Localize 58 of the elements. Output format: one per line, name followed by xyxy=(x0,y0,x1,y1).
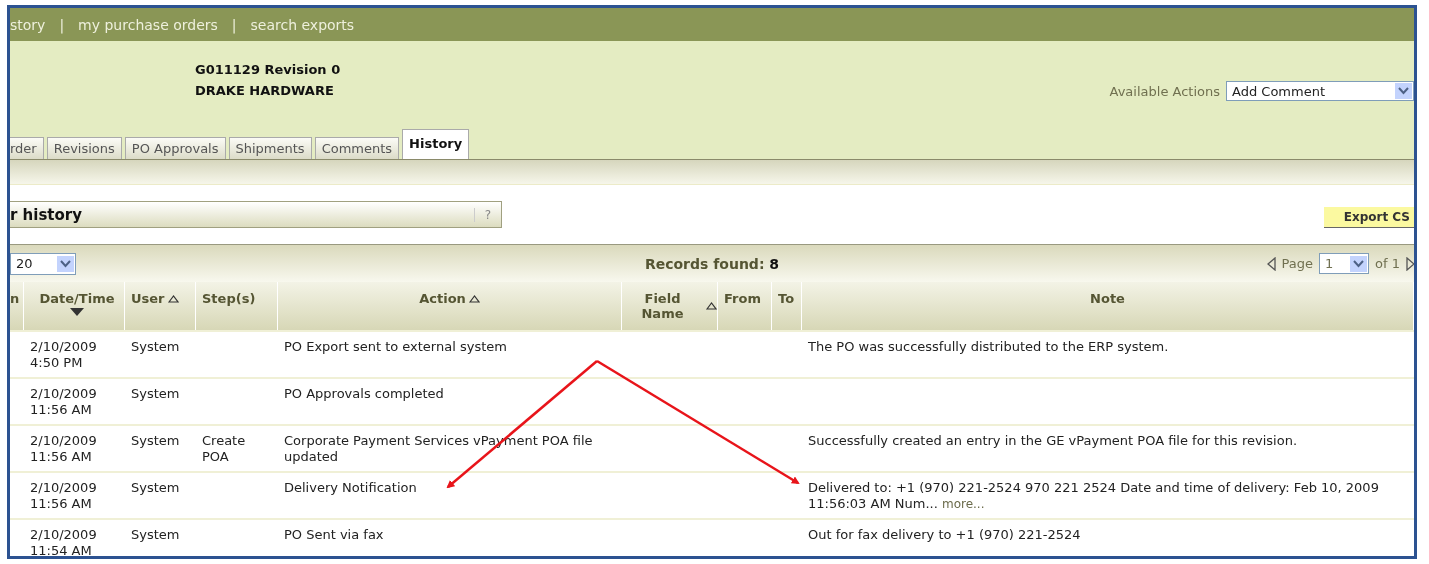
panel-title: r history xyxy=(10,205,83,224)
page-label: Page xyxy=(1281,256,1314,271)
table-cell: Out for fax delivery to +1 (970) 221-2524 xyxy=(808,527,1081,542)
po-title: G011129 Revision 0 xyxy=(195,61,341,79)
tab[interactable]: PO Approvals xyxy=(124,137,226,159)
sort-ascending-icon[interactable] xyxy=(167,294,179,303)
column-header[interactable]: Action xyxy=(419,291,466,306)
table-cell-text: PO Approvals completed xyxy=(283,385,445,403)
nav-separator: | xyxy=(59,16,65,33)
table-cell: Delivered to: +1 (970) 221-2524 970 221 2524 Date and time of delivery: Feb 10, 2009 11:56:03 AM Num... more... xyxy=(808,480,1379,511)
next-page-icon[interactable] xyxy=(1406,256,1414,271)
tab[interactable]: Revisions xyxy=(46,137,122,159)
actions-label: Available Actions xyxy=(1109,83,1220,99)
actions-dropdown[interactable]: Add Comment xyxy=(1226,81,1414,101)
column-header[interactable]: n xyxy=(10,291,20,306)
previous-page-icon[interactable] xyxy=(1266,256,1276,271)
tab[interactable]: rder xyxy=(10,137,44,159)
page-size-dropdown[interactable]: 20 xyxy=(10,252,76,275)
table-cell-text: Create POA xyxy=(201,432,247,466)
more-link[interactable]: more... xyxy=(941,497,985,511)
caret-icon[interactable] xyxy=(1350,255,1368,272)
table-cell-text: Delivery Notification xyxy=(283,479,418,497)
table-cell-text: System xyxy=(130,526,181,544)
sort-ascending-icon[interactable] xyxy=(468,294,480,303)
table-cell-text: 2/10/2009 11:56 AM xyxy=(29,432,98,466)
supplier-name: DRAKE HARDWARE xyxy=(195,82,335,100)
help-link[interactable]: ? xyxy=(473,207,501,222)
column-header[interactable]: Step(s) xyxy=(202,291,256,306)
table-cell: The PO was successfully distributed to the ERP system. xyxy=(808,339,1169,354)
tab[interactable]: History xyxy=(402,129,470,159)
table-cell-text: 2/10/2009 4:50 PM xyxy=(29,338,98,372)
table-cell-text: PO Export sent to external system xyxy=(283,338,508,356)
tab[interactable]: Shipments xyxy=(228,137,312,159)
table-cell: Successfully created an entry in the GE vPayment POA file for this revision. xyxy=(808,433,1298,448)
sort-descending-icon[interactable] xyxy=(70,308,84,316)
table-cell-text: 2/10/2009 11:56 AM xyxy=(29,385,98,419)
tab[interactable]: Comments xyxy=(314,137,400,159)
nav-separator: | xyxy=(231,16,237,33)
page-dropdown[interactable]: 1 xyxy=(1319,253,1370,274)
column-header[interactable]: From xyxy=(724,291,761,306)
table-cell-text: System xyxy=(130,432,181,450)
page-count: of 1 xyxy=(1375,256,1400,271)
table-cell-text: System xyxy=(130,385,181,403)
column-header[interactable]: Date/Time xyxy=(39,291,115,306)
table-cell-text: System xyxy=(130,479,181,497)
column-header[interactable]: Note xyxy=(1090,291,1125,306)
column-header[interactable]: User xyxy=(131,291,165,306)
table-cell-text: System xyxy=(130,338,181,356)
sort-ascending-icon[interactable] xyxy=(706,302,717,310)
caret-icon[interactable] xyxy=(1395,83,1412,99)
table-cell-text: 2/10/2009 11:54 AM xyxy=(29,526,98,556)
caret-icon[interactable] xyxy=(57,255,74,272)
column-header[interactable]: To xyxy=(778,291,795,306)
table-cell-text: PO Sent via fax xyxy=(283,526,385,544)
column-header[interactable]: Field Name xyxy=(622,291,703,321)
export-button[interactable]: Export CS xyxy=(1323,207,1414,228)
table-cell-text: 2/10/2009 11:56 AM xyxy=(29,479,98,513)
records-count: Records found: 8 xyxy=(644,255,780,272)
